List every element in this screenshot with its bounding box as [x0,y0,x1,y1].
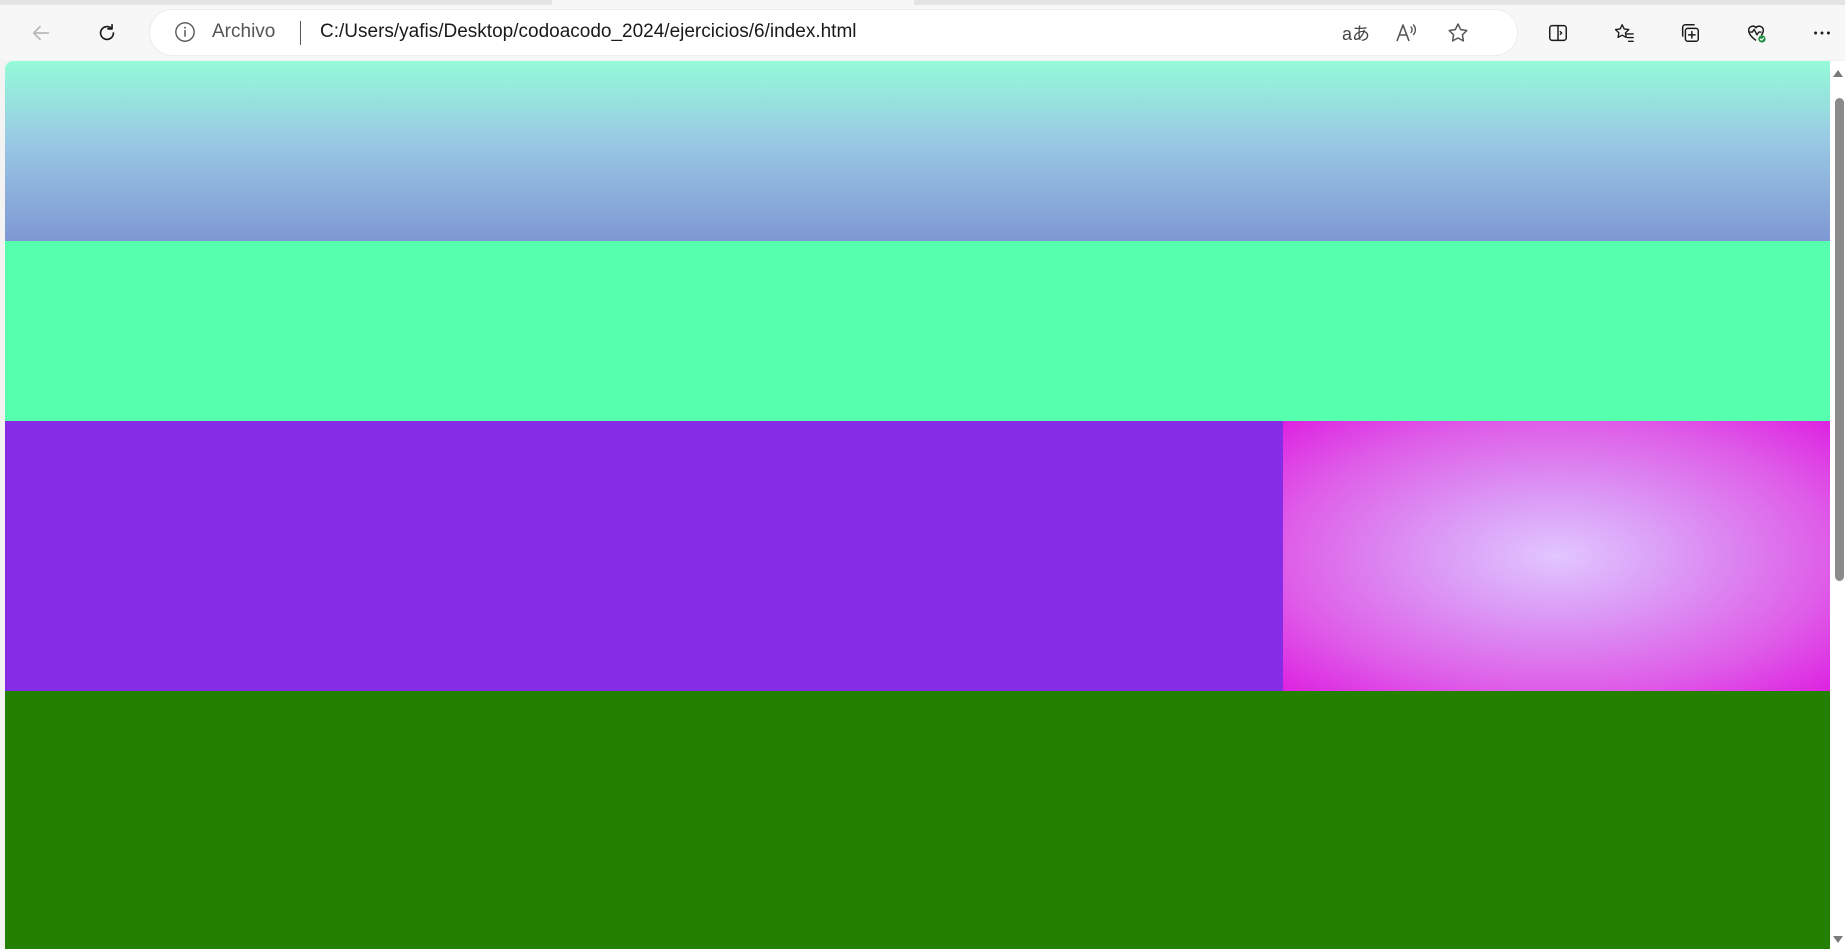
browser-essentials-icon [1747,25,1766,43]
translate-icon: aあ [1342,24,1371,44]
info-icon[interactable] [174,21,196,43]
page-viewport [5,61,1830,949]
browser-essentials-button[interactable] [1737,14,1775,52]
back-icon [32,25,50,41]
address-separator [300,21,301,45]
scroll-up-arrow-icon[interactable] [1833,70,1843,77]
translate-button[interactable]: aあ [1342,19,1370,47]
radial-gradient-aside [1283,421,1830,691]
back-button[interactable] [22,14,60,52]
address-bar[interactable]: Archivo C:/Users/yafis/Desktop/codoacodo… [150,10,1517,55]
collections-button[interactable] [1671,14,1709,52]
more-menu-button[interactable] [1803,14,1841,52]
active-tab-edge [552,0,914,5]
refresh-icon [99,23,115,41]
url-text[interactable]: C:/Users/yafis/Desktop/codoacodo_2024/ej… [320,21,857,43]
split-screen-button[interactable] [1539,14,1577,52]
more-menu-icon [1814,31,1830,35]
scroll-down-arrow-icon[interactable] [1833,936,1843,943]
favorite-star-button[interactable] [1444,19,1472,47]
green-footer-section [5,691,1830,949]
tab-strip-edge [0,0,1845,5]
collections-icon [1681,24,1699,42]
favorites-icon [1614,24,1634,42]
read-aloud-button[interactable] [1392,19,1420,47]
browser-toolbar: Archivo C:/Users/yafis/Desktop/codoacodo… [0,0,1845,60]
favorites-button[interactable] [1605,14,1643,52]
mint-section [5,241,1830,421]
refresh-button[interactable] [88,14,126,52]
favorite-star-icon [1448,23,1468,42]
split-screen-icon [1549,24,1567,42]
read-aloud-icon [1396,24,1417,42]
scrollbar-thumb[interactable] [1835,98,1844,581]
security-label[interactable]: Archivo [212,21,275,43]
purple-main-section [5,421,1283,691]
header-gradient-section [5,61,1830,241]
